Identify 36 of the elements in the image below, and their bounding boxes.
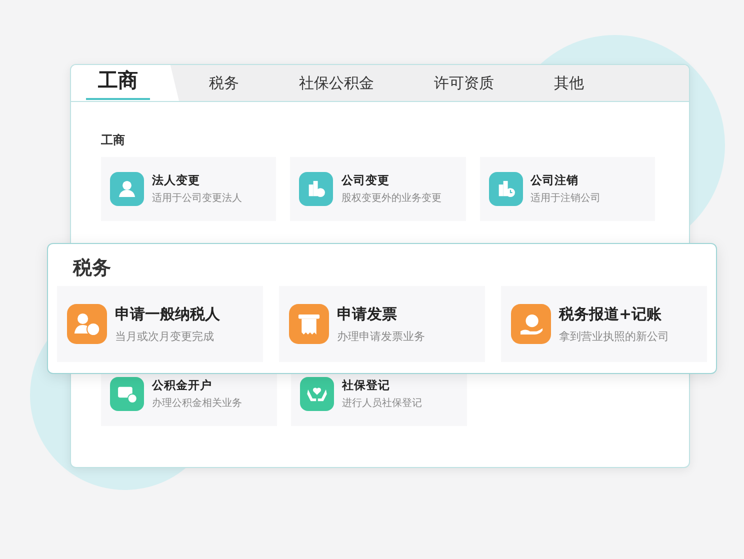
- building-clock-icon: [488, 172, 523, 206]
- receipt-icon: [289, 304, 329, 344]
- service-card[interactable]: 税务报道+记账 拿到营业执照的新公司: [501, 286, 707, 362]
- tab[interactable]: 其他: [524, 65, 614, 101]
- service-title: 公司变更: [341, 173, 390, 188]
- person-coin-icon: [67, 304, 107, 344]
- hand-coin-icon: [511, 304, 551, 344]
- service-description: 适用于注销公司: [530, 192, 601, 205]
- tab[interactable]: 税务: [179, 65, 269, 101]
- popup-heading: 税务: [72, 256, 112, 281]
- service-description: 股权变更外的业务变更: [341, 192, 442, 205]
- service-description: 当月或次月变更完成: [115, 328, 215, 344]
- service-description: 适用于公司变更法人: [152, 192, 242, 205]
- building-icon: [299, 172, 334, 206]
- service-title: 社保登记: [342, 378, 391, 393]
- service-title: 申请一般纳税人: [115, 304, 220, 324]
- service-card[interactable]: 公司注销 适用于注销公司: [480, 157, 655, 221]
- service-title: 公司注销: [530, 173, 580, 188]
- service-title: 申请发票: [337, 304, 398, 324]
- tab[interactable]: 工商: [71, 65, 179, 101]
- service-title: 公积金开户: [152, 378, 213, 393]
- service-title: 税务报道+记账: [559, 304, 663, 324]
- card-icon: [110, 377, 144, 411]
- person-icon: [110, 172, 144, 206]
- service-description: 办理申请发票业务: [337, 328, 425, 344]
- tab[interactable]: 社保公积金: [269, 65, 404, 101]
- service-description: 拿到营业执照的新公司: [559, 328, 669, 344]
- service-description: 进行人员社保登记: [342, 396, 422, 410]
- service-card[interactable]: 法人变更 适用于公司变更法人: [101, 157, 276, 221]
- service-card[interactable]: 公司变更 股权变更外的业务变更: [290, 157, 466, 221]
- service-card[interactable]: 申请发票 办理申请发票业务: [279, 286, 485, 362]
- service-card[interactable]: 申请一般纳税人 当月或次月变更完成: [57, 286, 263, 362]
- section-heading: 工商: [101, 132, 126, 149]
- service-title: 法人变更: [152, 173, 201, 188]
- tab[interactable]: 许可资质: [404, 65, 524, 101]
- service-description: 办理公积金相关业务: [152, 396, 242, 410]
